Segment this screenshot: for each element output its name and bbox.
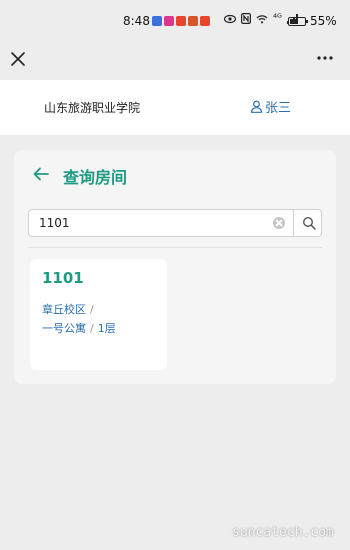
app-notification-icon bbox=[164, 16, 174, 26]
app-notification-icon bbox=[188, 16, 198, 26]
network-type: ⁴ᴳ bbox=[273, 13, 282, 24]
page-title: 查询房间 bbox=[63, 168, 128, 187]
user-icon bbox=[250, 100, 263, 113]
wifi-icon bbox=[256, 14, 268, 23]
close-icon[interactable] bbox=[10, 51, 26, 67]
eye-icon bbox=[224, 14, 236, 23]
query-room-card: 查询房间 1101 章丘校区 / 一号公寓 / 1层 bbox=[14, 150, 336, 384]
battery-icon bbox=[288, 17, 308, 26]
breadcrumb-separator: / bbox=[90, 303, 94, 316]
search-icon bbox=[302, 216, 316, 230]
room-result-card[interactable]: 1101 章丘校区 / 一号公寓 / 1层 bbox=[30, 259, 167, 370]
school-name: 山东旅游职业学院 bbox=[44, 101, 141, 115]
search-input[interactable] bbox=[29, 210, 293, 236]
search-box bbox=[28, 209, 322, 237]
room-number: 1101 bbox=[42, 269, 84, 287]
floor-link[interactable]: 1层 bbox=[98, 322, 116, 335]
campus-link[interactable]: 章丘校区 bbox=[42, 303, 86, 316]
back-arrow-icon[interactable] bbox=[33, 167, 49, 181]
watermark: suncatech.com bbox=[232, 525, 334, 540]
app-notification-icon bbox=[200, 16, 210, 26]
clear-icon[interactable] bbox=[273, 217, 285, 229]
notification-icons bbox=[152, 16, 210, 26]
user-name: 张三 bbox=[265, 101, 292, 116]
more-dots-icon[interactable] bbox=[316, 52, 334, 64]
divider bbox=[28, 247, 322, 248]
nfc-icon bbox=[241, 13, 251, 24]
status-time: 8:48 bbox=[123, 14, 150, 28]
battery-level bbox=[290, 19, 298, 24]
user-link[interactable]: 张三 bbox=[250, 97, 291, 116]
header: 山东旅游职业学院 张三 bbox=[0, 80, 350, 135]
app-notification-icon bbox=[176, 16, 186, 26]
battery-percent: 55% bbox=[310, 14, 337, 28]
search-button[interactable] bbox=[293, 210, 322, 236]
app-notification-icon bbox=[152, 16, 162, 26]
room-location-line: 一号公寓 / 1层 bbox=[42, 320, 116, 336]
breadcrumb-separator: / bbox=[90, 322, 94, 335]
building-link[interactable]: 一号公寓 bbox=[42, 322, 86, 335]
system-icons: ⁴ᴳ bbox=[224, 13, 298, 24]
status-bar: 8:48 ⁴ᴳ 55% bbox=[0, 0, 350, 44]
room-location-line: 章丘校区 / bbox=[42, 301, 98, 317]
